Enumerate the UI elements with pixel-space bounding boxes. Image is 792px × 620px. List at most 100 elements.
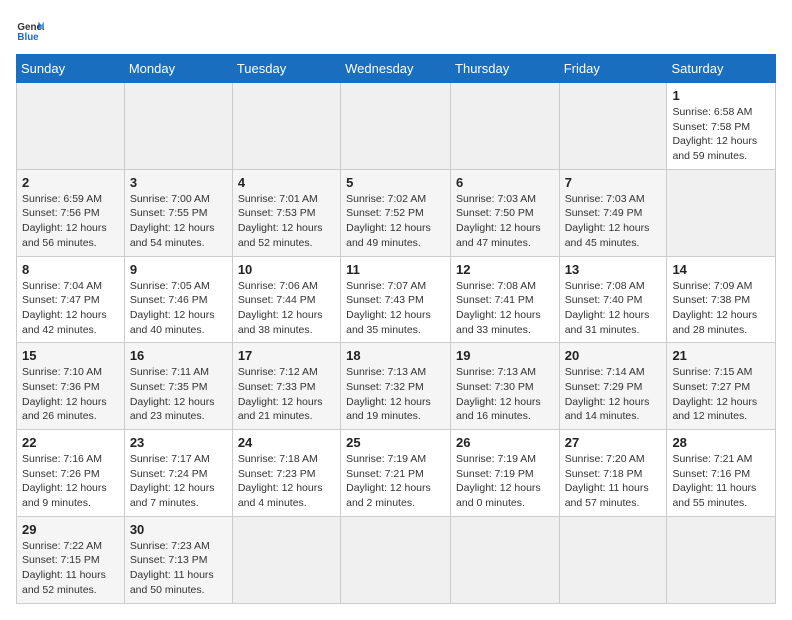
calendar-cell: 20Sunrise: 7:14 AM Sunset: 7:29 PM Dayli… <box>559 343 667 430</box>
day-info: Sunrise: 7:06 AM Sunset: 7:44 PM Dayligh… <box>238 279 335 338</box>
calendar-cell <box>667 169 776 256</box>
day-number: 15 <box>22 348 119 363</box>
calendar-cell: 2 Sunrise: 6:59 AM Sunset: 7:56 PM Daylig… <box>17 169 125 256</box>
day-number: 5 <box>346 175 445 190</box>
day-info: Sunrise: 7:19 AM Sunset: 7:19 PM Dayligh… <box>456 452 554 511</box>
calendar-cell: 8 Sunrise: 7:04 AM Sunset: 7:47 PM Daylig… <box>17 256 125 343</box>
calendar-cell: 17 Sunrise: 7:12 AM Sunset: 7:33 PM Dayli… <box>232 343 340 430</box>
calendar-week-3: 8 Sunrise: 7:04 AM Sunset: 7:47 PM Daylig… <box>17 256 776 343</box>
header-day-sunday: Sunday <box>17 55 125 83</box>
day-info: Sunrise: 7:12 AM Sunset: 7:33 PM Dayligh… <box>238 365 335 424</box>
header-day-wednesday: Wednesday <box>341 55 451 83</box>
day-info: Sunrise: 7:16 AM Sunset: 7:26 PM Dayligh… <box>22 452 119 511</box>
day-number: 27 <box>565 435 662 450</box>
day-number: 12 <box>456 262 554 277</box>
day-number: 3 <box>130 175 227 190</box>
calendar-header: SundayMondayTuesdayWednesdayThursdayFrid… <box>17 55 776 83</box>
day-info: Sunrise: 7:21 AM Sunset: 7:16 PM Dayligh… <box>672 452 770 511</box>
calendar-cell: 19 Sunrise: 7:13 AM Sunset: 7:30 PM Dayli… <box>451 343 560 430</box>
calendar-cell: 16 Sunrise: 7:11 AM Sunset: 7:35 PM Dayli… <box>124 343 232 430</box>
calendar-cell <box>559 83 667 170</box>
calendar-week-2: 2 Sunrise: 6:59 AM Sunset: 7:56 PM Daylig… <box>17 169 776 256</box>
day-number: 26 <box>456 435 554 450</box>
calendar-cell: 18Sunrise: 7:13 AM Sunset: 7:32 PM Dayli… <box>341 343 451 430</box>
day-number: 8 <box>22 262 119 277</box>
calendar-week-6: 29 Sunrise: 7:22 AM Sunset: 7:15 PM Dayli… <box>17 516 776 603</box>
calendar-cell: 24Sunrise: 7:18 AM Sunset: 7:23 PM Dayli… <box>232 430 340 517</box>
calendar-cell: 9 Sunrise: 7:05 AM Sunset: 7:46 PM Daylig… <box>124 256 232 343</box>
calendar-body: 1Sunrise: 6:58 AM Sunset: 7:58 PM Daylig… <box>17 83 776 604</box>
calendar-cell: 21 Sunrise: 7:15 AM Sunset: 7:27 PM Dayli… <box>667 343 776 430</box>
day-number: 7 <box>565 175 662 190</box>
calendar-cell: 30 Sunrise: 7:23 AM Sunset: 7:13 PM Dayli… <box>124 516 232 603</box>
logo: General Blue <box>16 16 50 44</box>
day-number: 1 <box>672 88 770 103</box>
calendar-cell <box>232 516 340 603</box>
day-info: Sunrise: 7:02 AM Sunset: 7:52 PM Dayligh… <box>346 192 445 251</box>
day-info: Sunrise: 7:11 AM Sunset: 7:35 PM Dayligh… <box>130 365 227 424</box>
day-number: 21 <box>672 348 770 363</box>
day-info: Sunrise: 7:15 AM Sunset: 7:27 PM Dayligh… <box>672 365 770 424</box>
calendar-cell: 27 Sunrise: 7:20 AM Sunset: 7:18 PM Dayli… <box>559 430 667 517</box>
calendar-cell: 3 Sunrise: 7:00 AM Sunset: 7:55 PM Daylig… <box>124 169 232 256</box>
day-number: 4 <box>238 175 335 190</box>
header-day-monday: Monday <box>124 55 232 83</box>
calendar-cell <box>17 83 125 170</box>
day-info: Sunrise: 6:59 AM Sunset: 7:56 PM Dayligh… <box>22 192 119 251</box>
day-info: Sunrise: 7:10 AM Sunset: 7:36 PM Dayligh… <box>22 365 119 424</box>
day-info: Sunrise: 7:07 AM Sunset: 7:43 PM Dayligh… <box>346 279 445 338</box>
calendar-cell: 10 Sunrise: 7:06 AM Sunset: 7:44 PM Dayli… <box>232 256 340 343</box>
day-number: 29 <box>22 522 119 537</box>
day-info: Sunrise: 7:01 AM Sunset: 7:53 PM Dayligh… <box>238 192 335 251</box>
calendar-cell: 22Sunrise: 7:16 AM Sunset: 7:26 PM Dayli… <box>17 430 125 517</box>
calendar-cell: 4 Sunrise: 7:01 AM Sunset: 7:53 PM Daylig… <box>232 169 340 256</box>
calendar-table: SundayMondayTuesdayWednesdayThursdayFrid… <box>16 54 776 604</box>
header-day-tuesday: Tuesday <box>232 55 340 83</box>
day-number: 16 <box>130 348 227 363</box>
day-number: 30 <box>130 522 227 537</box>
calendar-cell: 23 Sunrise: 7:17 AM Sunset: 7:24 PM Dayli… <box>124 430 232 517</box>
calendar-cell: 13 Sunrise: 7:08 AM Sunset: 7:40 PM Dayli… <box>559 256 667 343</box>
calendar-cell <box>667 516 776 603</box>
calendar-cell: 11 Sunrise: 7:07 AM Sunset: 7:43 PM Dayli… <box>341 256 451 343</box>
calendar-cell: 14Sunrise: 7:09 AM Sunset: 7:38 PM Dayli… <box>667 256 776 343</box>
day-number: 6 <box>456 175 554 190</box>
calendar-cell: 1Sunrise: 6:58 AM Sunset: 7:58 PM Daylig… <box>667 83 776 170</box>
day-info: Sunrise: 7:20 AM Sunset: 7:18 PM Dayligh… <box>565 452 662 511</box>
day-number: 17 <box>238 348 335 363</box>
header: General Blue <box>16 16 776 44</box>
day-info: Sunrise: 7:00 AM Sunset: 7:55 PM Dayligh… <box>130 192 227 251</box>
day-number: 19 <box>456 348 554 363</box>
day-number: 9 <box>130 262 227 277</box>
day-info: Sunrise: 7:19 AM Sunset: 7:21 PM Dayligh… <box>346 452 445 511</box>
calendar-cell <box>341 83 451 170</box>
day-info: Sunrise: 7:05 AM Sunset: 7:46 PM Dayligh… <box>130 279 227 338</box>
calendar-cell <box>232 83 340 170</box>
day-info: Sunrise: 7:09 AM Sunset: 7:38 PM Dayligh… <box>672 279 770 338</box>
calendar-cell: 7Sunrise: 7:03 AM Sunset: 7:49 PM Daylig… <box>559 169 667 256</box>
day-info: Sunrise: 7:23 AM Sunset: 7:13 PM Dayligh… <box>130 539 227 598</box>
calendar-week-1: 1Sunrise: 6:58 AM Sunset: 7:58 PM Daylig… <box>17 83 776 170</box>
day-info: Sunrise: 7:03 AM Sunset: 7:50 PM Dayligh… <box>456 192 554 251</box>
calendar-cell: 5 Sunrise: 7:02 AM Sunset: 7:52 PM Daylig… <box>341 169 451 256</box>
day-info: Sunrise: 7:17 AM Sunset: 7:24 PM Dayligh… <box>130 452 227 511</box>
calendar-cell <box>451 516 560 603</box>
calendar-cell: 6 Sunrise: 7:03 AM Sunset: 7:50 PM Daylig… <box>451 169 560 256</box>
day-info: Sunrise: 7:22 AM Sunset: 7:15 PM Dayligh… <box>22 539 119 598</box>
calendar-week-4: 15 Sunrise: 7:10 AM Sunset: 7:36 PM Dayli… <box>17 343 776 430</box>
day-number: 23 <box>130 435 227 450</box>
day-number: 2 <box>22 175 119 190</box>
day-number: 13 <box>565 262 662 277</box>
day-info: Sunrise: 7:13 AM Sunset: 7:30 PM Dayligh… <box>456 365 554 424</box>
calendar-cell <box>451 83 560 170</box>
day-number: 11 <box>346 262 445 277</box>
day-info: Sunrise: 7:08 AM Sunset: 7:40 PM Dayligh… <box>565 279 662 338</box>
calendar-cell <box>341 516 451 603</box>
calendar-cell: 29 Sunrise: 7:22 AM Sunset: 7:15 PM Dayli… <box>17 516 125 603</box>
day-number: 10 <box>238 262 335 277</box>
calendar-cell: 25Sunrise: 7:19 AM Sunset: 7:21 PM Dayli… <box>341 430 451 517</box>
day-number: 28 <box>672 435 770 450</box>
calendar-cell <box>559 516 667 603</box>
day-info: Sunrise: 7:04 AM Sunset: 7:47 PM Dayligh… <box>22 279 119 338</box>
calendar-cell: 26 Sunrise: 7:19 AM Sunset: 7:19 PM Dayli… <box>451 430 560 517</box>
